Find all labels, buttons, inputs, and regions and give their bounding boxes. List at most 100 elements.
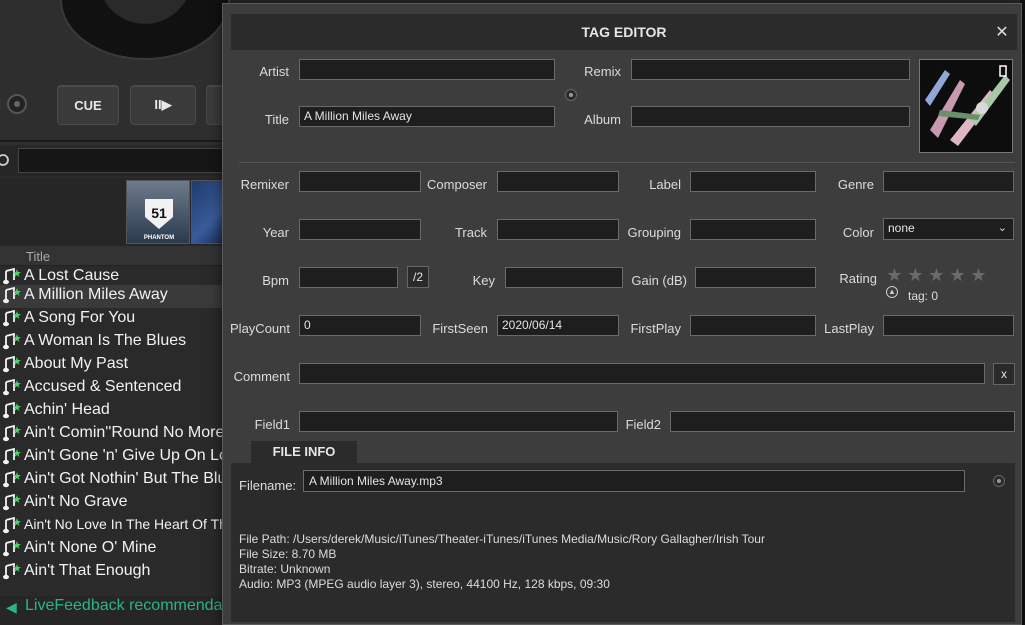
track-title: A Lost Cause xyxy=(24,267,120,284)
star-icon[interactable]: ★ xyxy=(885,266,904,284)
track-list-item[interactable]: A Song For You xyxy=(0,308,230,331)
artist-field[interactable] xyxy=(299,59,555,80)
field2-field[interactable] xyxy=(670,411,1015,432)
track-title: Accused & Sentenced xyxy=(24,378,182,395)
track-title: Ain't Gone 'n' Give Up On Love xyxy=(24,447,230,464)
track-list-item[interactable]: A Million Miles Away xyxy=(0,285,230,308)
track-field[interactable] xyxy=(497,219,619,240)
search-input[interactable] xyxy=(18,148,230,173)
track-title: A Million Miles Away xyxy=(24,286,168,303)
bitrate-text: Bitrate: Unknown xyxy=(239,562,331,576)
album-art[interactable] xyxy=(919,59,1013,153)
firstseen-field[interactable]: 2020/06/14 xyxy=(497,315,619,336)
composer-field[interactable] xyxy=(497,171,619,192)
track-title: Ain't Got Nothin' But The Blues xyxy=(24,470,230,487)
track-list-item[interactable]: Ain't That Enough xyxy=(0,561,230,584)
file-path-text: File Path: /Users/derek/Music/iTunes/The… xyxy=(239,532,765,546)
grouping-field[interactable] xyxy=(690,219,816,240)
livefeedback-bar[interactable]: ◀ LiveFeedback recommendations xyxy=(0,596,256,625)
label-label: Label xyxy=(649,177,681,192)
playcount-field[interactable]: 0 xyxy=(299,315,421,336)
track-title: A Woman Is The Blues xyxy=(24,332,187,349)
filename-label: Filename: xyxy=(239,478,297,493)
comment-label: Comment xyxy=(233,369,290,384)
file-size-text: File Size: 8.70 MB xyxy=(239,547,337,561)
track-list-item[interactable]: Ain't No Grave xyxy=(0,492,230,515)
rating-stars[interactable]: ★ ★ ★ ★ ★ xyxy=(885,266,988,284)
search-icon xyxy=(0,150,12,170)
track-list-item[interactable]: Accused & Sentenced xyxy=(0,377,230,400)
remix-field[interactable] xyxy=(631,59,910,80)
track-title: A Song For You xyxy=(24,309,136,326)
cue-button[interactable]: CUE xyxy=(57,85,119,125)
filename-field[interactable]: A Million Miles Away.mp3 xyxy=(303,470,965,492)
key-label: Key xyxy=(472,273,495,288)
year-label: Year xyxy=(262,225,289,240)
close-icon[interactable]: ✕ xyxy=(993,22,1011,41)
track-list-item[interactable]: Ain't Gone 'n' Give Up On Love xyxy=(0,446,230,469)
genre-field[interactable] xyxy=(883,171,1014,192)
year-field[interactable] xyxy=(299,219,421,240)
track-list-item[interactable]: A Woman Is The Blues xyxy=(0,331,230,354)
comment-field[interactable] xyxy=(299,363,985,384)
bpm-field[interactable] xyxy=(299,267,398,288)
dialog-title: TAG EDITOR xyxy=(581,24,667,40)
track-list-item[interactable]: Ain't Got Nothin' But The Blues xyxy=(0,469,230,492)
music-note-icon xyxy=(2,355,22,374)
file-info-panel: Filename: A Million Miles Away.mp3 File … xyxy=(231,463,1015,622)
swap-button[interactable] xyxy=(565,89,577,101)
music-note-icon xyxy=(2,447,22,466)
play-pause-button[interactable]: II▶ xyxy=(130,85,196,125)
album-field[interactable] xyxy=(631,106,910,127)
star-icon[interactable]: ★ xyxy=(969,266,988,284)
triangle-left-icon[interactable]: ◀ xyxy=(6,599,17,616)
bpm-half-button[interactable]: /2 xyxy=(407,266,429,288)
track-label: Track xyxy=(454,225,487,240)
firstplay-label: FirstPlay xyxy=(630,321,681,336)
track-title: Ain't None O' Mine xyxy=(24,539,157,556)
tab-file-info[interactable]: FILE INFO xyxy=(251,441,357,463)
column-title-header[interactable]: Title xyxy=(26,249,50,264)
color-select[interactable]: none ⌄ xyxy=(883,218,1014,240)
star-icon[interactable]: ★ xyxy=(927,266,946,284)
cover-brand: PHANTOM xyxy=(143,235,175,241)
tag-icon[interactable]: ▲ xyxy=(886,286,898,298)
deck-knob-icon[interactable] xyxy=(7,94,27,114)
remix-label: Remix xyxy=(584,64,621,79)
track-list-item[interactable]: Ain't No Love In The Heart Of The City xyxy=(0,515,230,538)
track-title: Ain't No Grave xyxy=(24,493,128,510)
separator xyxy=(239,162,1015,163)
title-field[interactable]: A Million Miles Away xyxy=(299,106,555,127)
label-field[interactable] xyxy=(690,171,816,192)
gain-field[interactable] xyxy=(695,267,816,288)
key-field[interactable] xyxy=(505,267,623,288)
color-label: Color xyxy=(842,225,874,240)
list-header[interactable]: Title xyxy=(0,246,230,266)
track-list-item[interactable]: Ain't Comin''Round No More xyxy=(0,423,230,446)
track-list-item[interactable]: Ain't None O' Mine xyxy=(0,538,230,561)
track-list: A Lost Cause A Million Miles Away A Song F… xyxy=(0,266,230,596)
album-cover[interactable]: 51 PHANTOM xyxy=(126,180,190,244)
music-note-icon xyxy=(2,562,22,581)
divider xyxy=(0,140,230,142)
lastplay-field[interactable] xyxy=(883,315,1014,336)
firstplay-field[interactable] xyxy=(690,315,816,336)
rename-button[interactable] xyxy=(993,475,1005,487)
rating-label: Rating xyxy=(839,271,877,286)
music-note-icon xyxy=(2,539,22,558)
field1-field[interactable] xyxy=(299,411,618,432)
remixer-field[interactable] xyxy=(299,171,421,192)
composer-label: Composer xyxy=(427,177,487,192)
tag-count-text: tag: 0 xyxy=(908,289,939,303)
star-icon[interactable]: ★ xyxy=(948,266,967,284)
track-list-item[interactable]: Achin' Head xyxy=(0,400,230,423)
music-note-icon xyxy=(2,516,22,535)
star-icon[interactable]: ★ xyxy=(906,266,925,284)
track-title: Achin' Head xyxy=(24,401,110,418)
artist-label: Artist xyxy=(259,64,289,79)
genre-label: Genre xyxy=(837,177,874,192)
comment-clear-button[interactable]: x xyxy=(993,363,1015,385)
field2-label: Field2 xyxy=(625,417,661,432)
jog-wheel[interactable] xyxy=(60,0,230,60)
track-list-item[interactable]: About My Past xyxy=(0,354,230,377)
